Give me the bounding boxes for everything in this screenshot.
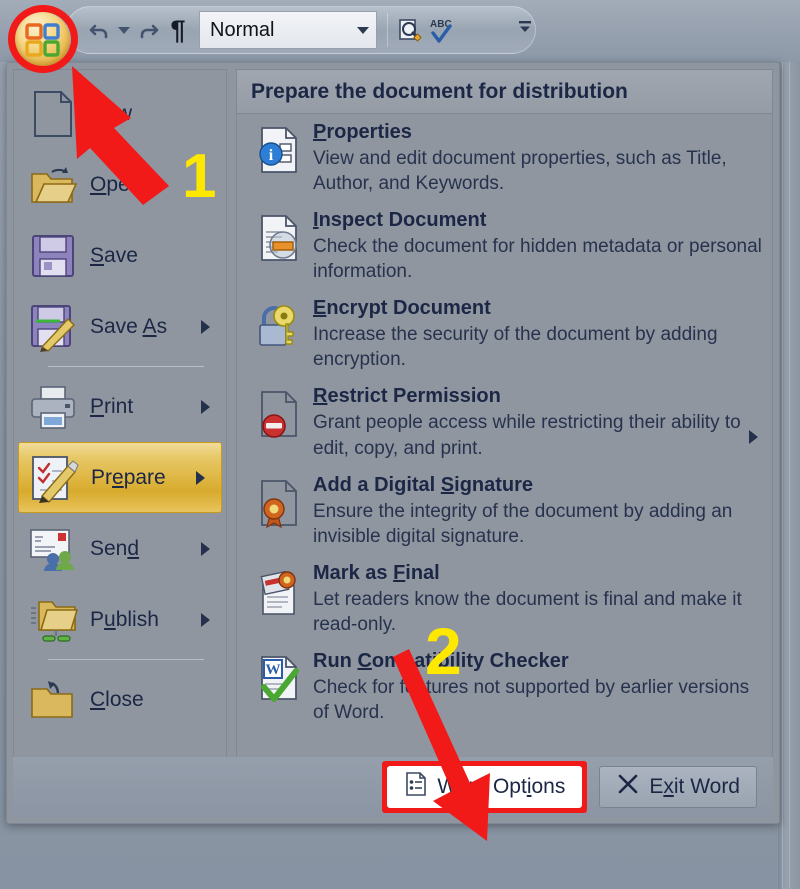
- menu-item-prepare-label: Prepare: [91, 465, 166, 489]
- print-preview-icon[interactable]: [394, 10, 424, 50]
- submenu-item-mark-as-final[interactable]: Mark as Final Let readers know the docum…: [237, 555, 772, 643]
- menu-item-close[interactable]: Close: [14, 664, 226, 735]
- word-office-menu-screenshot: ¶ Normal ABC New Open Save Save As Print…: [0, 0, 800, 889]
- exit-word-label: Exit Word: [649, 775, 740, 798]
- menu-item-send-label: Send: [90, 536, 140, 560]
- submenu-arrow-icon: [196, 470, 205, 485]
- submenu-item-encrypt-document[interactable]: Encrypt Document Increase the security o…: [237, 290, 772, 378]
- paragraph-mark-icon[interactable]: ¶: [163, 10, 193, 50]
- office-button[interactable]: [6, 4, 78, 74]
- undo-dropdown-chevron-down-icon[interactable]: [115, 10, 133, 50]
- menu-item-new-label: New: [90, 101, 133, 125]
- send-envelope-icon: [26, 523, 80, 575]
- prepare-document-icon: [27, 452, 81, 504]
- office-button-highlight-ellipse: [8, 5, 78, 73]
- submenu-item-restrict-permission-desc: Grant people access while restricting th…: [313, 412, 741, 459]
- word-options-icon: [404, 771, 428, 803]
- customize-quick-access-toolbar-button[interactable]: [515, 16, 535, 36]
- submenu-item-add-digital-signature-desc: Ensure the integrity of the document by …: [313, 500, 733, 547]
- submenu-arrow-icon: [201, 319, 210, 334]
- close-x-icon: [616, 772, 640, 802]
- menu-item-close-label: Close: [90, 687, 144, 711]
- spelling-grammar-icon[interactable]: ABC: [424, 10, 456, 50]
- submenu-item-encrypt-document-title: Encrypt Document: [313, 297, 491, 320]
- svg-text:W: W: [266, 662, 281, 678]
- close-folder-icon: [26, 674, 80, 726]
- inspect-document-icon: [249, 208, 311, 284]
- submenu-item-run-compatibility-checker-desc: Check for features not supported by earl…: [313, 676, 750, 724]
- menu-item-publish-label: Publish: [90, 607, 159, 631]
- toolbar-divider: [387, 13, 388, 47]
- word-options-highlight-box: Word Options: [382, 761, 588, 813]
- exit-word-button[interactable]: Exit Word: [599, 766, 757, 808]
- open-folder-icon: [26, 159, 80, 211]
- menu-item-send[interactable]: Send: [14, 513, 226, 584]
- submenu-item-inspect-document[interactable]: Inspect Document Check the document for …: [237, 202, 772, 290]
- office-menu-popup: New Open Save Save As Print Prepare Send…: [6, 62, 780, 824]
- submenu-item-mark-as-final-desc: Let readers know the document is final a…: [313, 588, 742, 635]
- submenu-item-encrypt-document-desc: Increase the security of the document by…: [313, 324, 718, 371]
- menu-item-print[interactable]: Print: [14, 371, 226, 442]
- menu-item-print-label: Print: [90, 394, 134, 418]
- submenu-item-restrict-permission-title: Restrict Permission: [313, 385, 501, 408]
- style-selector[interactable]: Normal: [199, 11, 377, 49]
- submenu-item-mark-as-final-title: Mark as Final: [313, 561, 440, 584]
- submenu-item-properties[interactable]: i Properties View and edit document prop…: [237, 114, 772, 202]
- menu-item-publish[interactable]: Publish: [14, 584, 226, 655]
- compatibility-checker-icon: W: [249, 649, 311, 725]
- printer-icon: [26, 381, 80, 433]
- submenu-arrow-icon: [201, 399, 210, 414]
- submenu-item-restrict-permission[interactable]: Restrict Permission Grant people access …: [237, 378, 772, 466]
- publish-folder-icon: [26, 594, 80, 646]
- submenu-item-inspect-document-title: Inspect Document: [313, 209, 487, 232]
- menu-divider: [48, 366, 204, 367]
- office-menu-bottom-bar: Word Options Exit Word: [13, 757, 773, 817]
- annotation-step-2: 2: [425, 614, 462, 688]
- style-selector-value: Normal: [210, 18, 275, 41]
- submenu-arrow-icon: [201, 612, 210, 627]
- menu-item-save[interactable]: Save: [14, 220, 226, 291]
- submenu-item-properties-title: Properties: [313, 121, 412, 143]
- annotation-step-1: 1: [182, 142, 217, 211]
- floppy-disk-pencil-icon: [26, 301, 80, 353]
- chevron-down-icon: [357, 26, 369, 34]
- menu-divider: [48, 659, 204, 660]
- menu-item-save-label: Save: [90, 243, 138, 267]
- submenu-arrow-icon: [201, 541, 210, 556]
- word-options-label: Word Options: [437, 775, 566, 798]
- menu-item-new[interactable]: New: [14, 78, 226, 149]
- submenu-item-add-digital-signature-title: Add a Digital Signature: [313, 473, 534, 496]
- submenu-item-properties-desc: View and edit document properties, such …: [313, 148, 727, 195]
- background-window-edge: [778, 0, 800, 889]
- menu-item-save-as-label: Save As: [90, 314, 168, 338]
- submenu-item-inspect-document-desc: Check the document for hidden metadata o…: [313, 236, 762, 283]
- document-info-icon: i: [249, 120, 311, 196]
- quick-access-toolbar: ¶ Normal ABC: [0, 0, 800, 62]
- redo-icon[interactable]: [133, 10, 163, 50]
- mark-as-final-icon: [249, 561, 311, 637]
- prepare-submenu-panel: Prepare the document for distribution i: [236, 69, 773, 817]
- submenu-item-run-compatibility-checker[interactable]: W Run Compatibility Checker Check for fe…: [237, 643, 772, 731]
- lock-key-icon: [249, 296, 311, 372]
- word-options-button[interactable]: Word Options: [387, 766, 583, 808]
- floppy-disk-icon: [26, 230, 80, 282]
- digital-signature-icon: [249, 473, 311, 549]
- menu-item-save-as[interactable]: Save As: [14, 291, 226, 362]
- prepare-submenu-header: Prepare the document for distribution: [237, 70, 772, 114]
- new-document-icon: [26, 88, 80, 140]
- svg-text:i: i: [269, 147, 274, 164]
- submenu-item-add-digital-signature[interactable]: Add a Digital Signature Ensure the integ…: [237, 467, 772, 555]
- menu-item-open-label: Open: [90, 172, 142, 196]
- undo-icon[interactable]: [85, 10, 115, 50]
- menu-item-prepare[interactable]: Prepare: [18, 442, 222, 513]
- qat-pill: ¶ Normal ABC: [66, 6, 536, 54]
- restrict-permission-icon: [249, 384, 311, 460]
- submenu-arrow-icon: [749, 430, 758, 445]
